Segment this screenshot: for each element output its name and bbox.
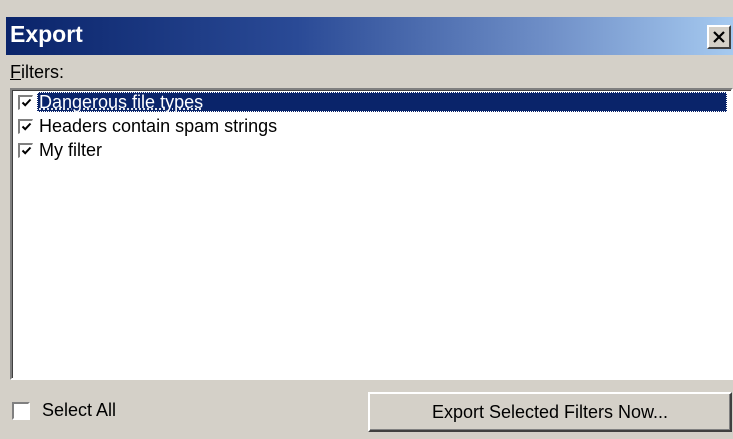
checkmark-icon	[21, 98, 31, 107]
select-all-label: Select All	[42, 400, 117, 420]
filter-label: Headers contain spam strings	[39, 115, 278, 136]
window-title: Export	[10, 21, 83, 47]
select-all-checkbox[interactable]: Select All	[12, 400, 116, 421]
close-icon	[713, 31, 725, 43]
checkmark-icon	[21, 122, 31, 131]
list-item[interactable]: Dangerous file types	[12, 90, 731, 114]
footer: Select All Export Selected Filters Now..…	[0, 388, 733, 439]
filter-label: My filter	[39, 139, 102, 160]
filter-checkbox[interactable]	[18, 118, 33, 134]
filter-label: Dangerous file types	[39, 91, 204, 112]
list-item[interactable]: Headers contain spam strings	[12, 114, 731, 138]
filters-label: Filters:	[10, 62, 65, 82]
export-dialog: Export Filters: Dangerous file types Hea…	[0, 0, 733, 439]
export-selected-filters-button[interactable]: Export Selected Filters Now...	[368, 392, 732, 432]
filter-checkbox[interactable]	[18, 94, 33, 110]
title-bar[interactable]: Export	[6, 17, 733, 55]
filter-checkbox[interactable]	[18, 142, 33, 158]
filters-label-rest: ilters:	[21, 62, 65, 82]
checkbox-box[interactable]	[12, 401, 30, 420]
list-item[interactable]: My filter	[12, 138, 731, 162]
close-button[interactable]	[707, 25, 731, 49]
filters-listbox[interactable]: Dangerous file types Headers contain spa…	[10, 88, 733, 380]
checkmark-icon	[21, 146, 31, 155]
